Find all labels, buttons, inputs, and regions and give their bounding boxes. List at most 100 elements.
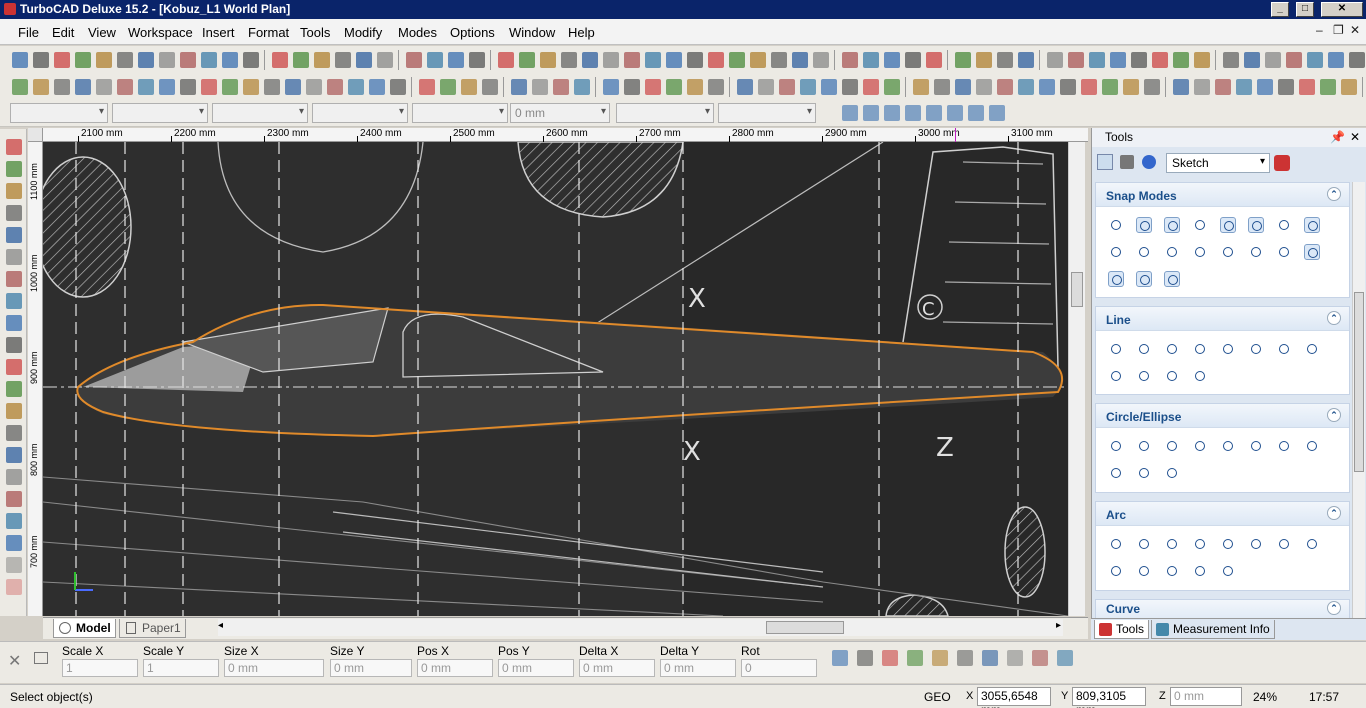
toolbar-snap-icon[interactable]	[989, 105, 1005, 121]
toolbar-draw-icon[interactable]	[1236, 79, 1252, 95]
left-tool-icon[interactable]	[6, 381, 22, 397]
scroll-left-icon[interactable]: ◂	[218, 620, 223, 631]
toolbar-draw-icon[interactable]	[913, 79, 929, 95]
toolbar-draw-icon[interactable]	[1299, 79, 1315, 95]
size-combo[interactable]	[718, 103, 816, 123]
toolbar-tool-icon[interactable]	[222, 52, 238, 68]
toolbar-draw-icon[interactable]	[511, 79, 527, 95]
toolbar-snap-icon[interactable]	[863, 105, 879, 121]
tool-icon[interactable]	[1136, 368, 1152, 384]
tool-icon[interactable]	[1220, 217, 1236, 233]
close-inspector-icon[interactable]: ✕	[8, 651, 21, 671]
panel-tab-tools[interactable]: Tools	[1094, 620, 1150, 639]
toolbar-tool-icon[interactable]	[1328, 52, 1344, 68]
color-combo[interactable]	[112, 103, 208, 123]
left-tool-icon[interactable]	[6, 271, 22, 287]
tool-icon[interactable]	[1164, 438, 1180, 454]
tool-icon[interactable]	[1192, 217, 1208, 233]
tool-icon[interactable]	[1304, 438, 1320, 454]
tool-icon[interactable]	[1136, 341, 1152, 357]
toolbar-draw-icon[interactable]	[1144, 79, 1160, 95]
tool-icon[interactable]	[1108, 244, 1124, 260]
tool-icon[interactable]	[1192, 341, 1208, 357]
inspector-field-input[interactable]: 1	[143, 659, 219, 677]
toolbar-tool-icon[interactable]	[448, 52, 464, 68]
toolbar-draw-icon[interactable]	[603, 79, 619, 95]
mdi-minimize-button[interactable]: –	[1316, 23, 1323, 37]
tool-icon[interactable]	[1248, 341, 1264, 357]
tool-icon[interactable]	[1108, 217, 1124, 233]
toolbar-draw-icon[interactable]	[201, 79, 217, 95]
left-tool-icon[interactable]	[6, 337, 22, 353]
tool-icon[interactable]	[1108, 368, 1124, 384]
toolbar-draw-icon[interactable]	[1123, 79, 1139, 95]
toolbar-draw-icon[interactable]	[180, 79, 196, 95]
toolbar-tool-icon[interactable]	[1265, 52, 1281, 68]
curve-header[interactable]: Curve ⌃	[1096, 600, 1349, 618]
left-tool-icon[interactable]	[6, 425, 22, 441]
tool-icon[interactable]	[1276, 244, 1292, 260]
menu-edit[interactable]: Edit	[52, 25, 74, 40]
tool-icon[interactable]	[1192, 563, 1208, 579]
left-tool-icon[interactable]	[6, 205, 22, 221]
toolbar-tool-icon[interactable]	[33, 52, 49, 68]
toolbar-draw-icon[interactable]	[574, 79, 590, 95]
inspector-tool-icon[interactable]	[1057, 650, 1073, 666]
tool-icon[interactable]	[1136, 438, 1152, 454]
left-tool-icon[interactable]	[6, 315, 22, 331]
toolbar-tool-icon[interactable]	[498, 52, 514, 68]
toolbar-tool-icon[interactable]	[180, 52, 196, 68]
toolbar-draw-icon[interactable]	[737, 79, 753, 95]
toolbar-tool-icon[interactable]	[884, 52, 900, 68]
arc-header[interactable]: Arc ⌃	[1096, 502, 1349, 526]
toolbar-snap-icon[interactable]	[842, 105, 858, 121]
tool-icon[interactable]	[1192, 536, 1208, 552]
left-tool-icon[interactable]	[6, 491, 22, 507]
tool-icon[interactable]	[1276, 217, 1292, 233]
inspector-tool-icon[interactable]	[857, 650, 873, 666]
tool-icon[interactable]	[1136, 244, 1152, 260]
toolbar-tool-icon[interactable]	[54, 52, 70, 68]
tool-icon[interactable]	[1164, 465, 1180, 481]
toolbar-draw-icon[interactable]	[369, 79, 385, 95]
toolbar-tool-icon[interactable]	[729, 52, 745, 68]
collapse-icon[interactable]: ⌃	[1327, 187, 1341, 201]
tool-icon[interactable]	[1220, 341, 1236, 357]
inspector-tool-icon[interactable]	[1032, 650, 1048, 666]
maximize-button[interactable]: □	[1296, 2, 1314, 17]
toolbar-draw-icon[interactable]	[264, 79, 280, 95]
left-tool-icon[interactable]	[6, 293, 22, 309]
tool-icon[interactable]	[1248, 536, 1264, 552]
collapse-icon[interactable]: ⌃	[1327, 506, 1341, 520]
mdi-close-button[interactable]: ✕	[1350, 23, 1360, 37]
menu-workspace[interactable]: Workspace	[128, 25, 193, 40]
toolbar-draw-icon[interactable]	[884, 79, 900, 95]
collapse-icon[interactable]: ⌃	[1327, 408, 1341, 422]
inspector-tool-icon[interactable]	[832, 650, 848, 666]
tool-icon[interactable]	[1136, 465, 1152, 481]
toolbar-draw-icon[interactable]	[306, 79, 322, 95]
toolbar-tool-icon[interactable]	[1223, 52, 1239, 68]
toolbar-tool-icon[interactable]	[1152, 52, 1168, 68]
toolbar-tool-icon[interactable]	[813, 52, 829, 68]
tool-icon[interactable]	[1164, 563, 1180, 579]
tool-icon[interactable]	[1164, 217, 1180, 233]
panel-scrollbar[interactable]	[1352, 182, 1365, 619]
toolbar-draw-icon[interactable]	[532, 79, 548, 95]
pattern-combo[interactable]	[412, 103, 508, 123]
minimize-button[interactable]: _	[1271, 2, 1289, 17]
globe-icon[interactable]	[1142, 155, 1156, 169]
palette-settings-icon[interactable]	[1274, 155, 1290, 171]
toolbar-draw-icon[interactable]	[1278, 79, 1294, 95]
toolbar-draw-icon[interactable]	[419, 79, 435, 95]
inspector-tool-icon[interactable]	[882, 650, 898, 666]
tool-icon[interactable]	[1276, 341, 1292, 357]
tool-icon[interactable]	[1220, 536, 1236, 552]
inspector-field-input[interactable]: 0	[741, 659, 817, 677]
inspector-field-input[interactable]: 0 mm	[224, 659, 324, 677]
toolbar-draw-icon[interactable]	[54, 79, 70, 95]
tool-icon[interactable]	[1220, 244, 1236, 260]
toolbar-tool-icon[interactable]	[645, 52, 661, 68]
toolbar-tool-icon[interactable]	[750, 52, 766, 68]
menu-format[interactable]: Format	[248, 25, 289, 40]
